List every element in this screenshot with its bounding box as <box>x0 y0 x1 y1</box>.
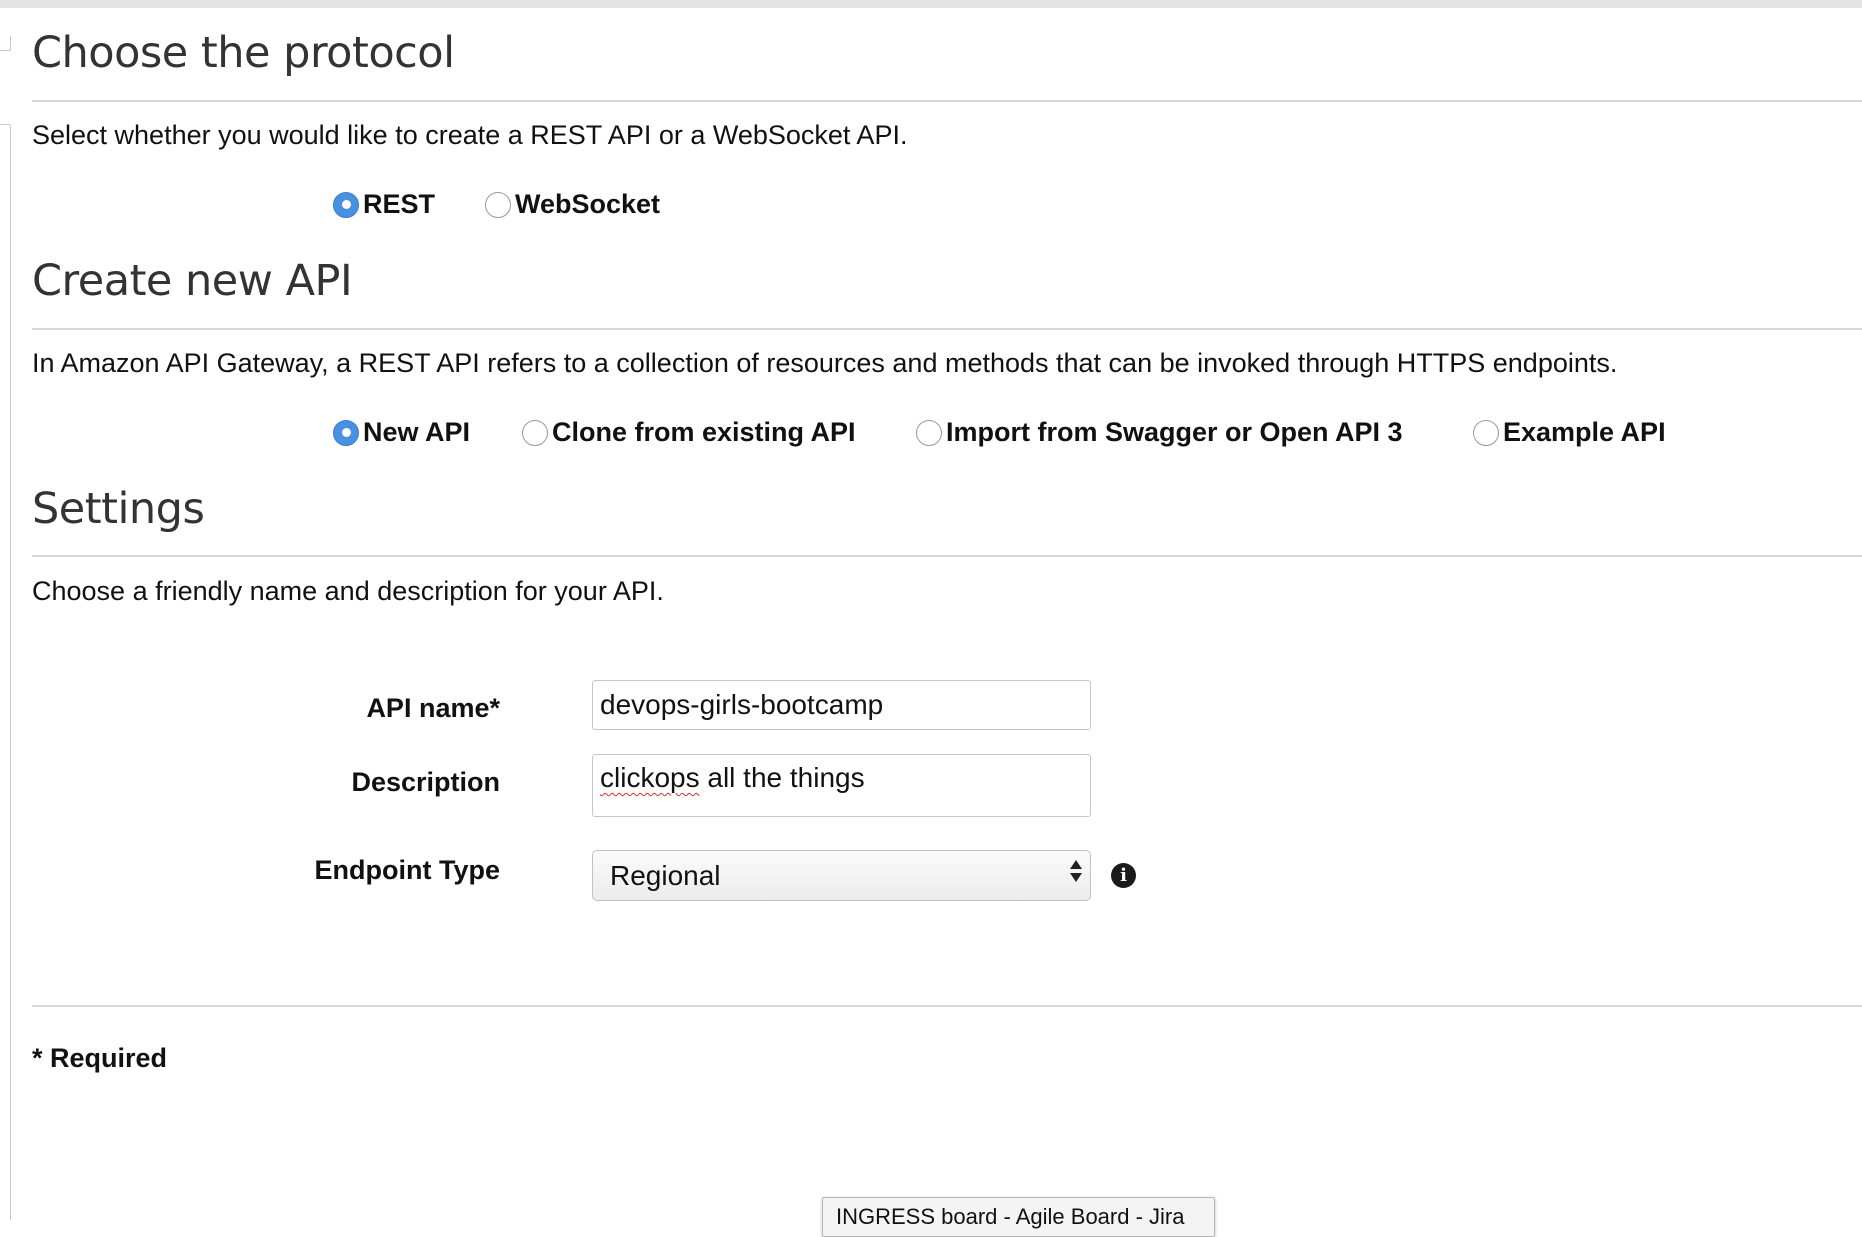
radio-option-import-swagger[interactable]: Import from Swagger or Open API 3 <box>916 417 1403 448</box>
radio-label-example-api[interactable]: Example API <box>1503 417 1666 448</box>
window-tooltip: INGRESS board - Agile Board - Jira <box>822 1197 1215 1237</box>
radio-label-websocket[interactable]: WebSocket <box>515 189 660 220</box>
spellcheck-flagged-word: clickops <box>600 762 700 793</box>
left-frame-tick <box>0 124 10 125</box>
radio-option-new-api[interactable]: New API <box>333 417 470 448</box>
api-name-label: API name* <box>366 693 500 723</box>
info-circle-icon[interactable]: i <box>1111 863 1136 888</box>
create-api-heading: Create new API <box>32 256 353 306</box>
radio-new-api[interactable] <box>333 419 359 446</box>
radio-websocket[interactable] <box>485 191 511 218</box>
radio-import-swagger[interactable] <box>916 419 942 446</box>
required-note: * Required <box>32 1043 168 1073</box>
protocol-heading: Choose the protocol <box>32 28 455 78</box>
radio-option-clone-api[interactable]: Clone from existing API <box>522 417 856 448</box>
radio-label-clone-api[interactable]: Clone from existing API <box>552 417 856 448</box>
endpoint-type-label: Endpoint Type <box>314 855 500 885</box>
radio-option-websocket[interactable]: WebSocket <box>485 189 660 220</box>
description-label: Description <box>351 767 500 797</box>
endpoint-type-value: Regional <box>610 859 721 891</box>
section-divider <box>32 555 1862 557</box>
radio-option-rest[interactable]: REST <box>333 189 435 220</box>
select-arrows-icon <box>1070 860 1082 882</box>
description-text: all the things <box>699 762 865 793</box>
section-divider <box>32 100 1862 102</box>
create-api-description: In Amazon API Gateway, a REST API refers… <box>32 348 1618 378</box>
radio-label-rest[interactable]: REST <box>363 189 435 220</box>
radio-example-api[interactable] <box>1473 419 1499 446</box>
radio-clone-api[interactable] <box>522 419 548 446</box>
radio-option-example-api[interactable]: Example API <box>1473 417 1666 448</box>
settings-description: Choose a friendly name and description f… <box>32 576 664 606</box>
section-divider <box>32 328 1862 330</box>
radio-rest[interactable] <box>333 191 359 218</box>
left-frame-tick <box>0 36 11 51</box>
radio-label-import-swagger[interactable]: Import from Swagger or Open API 3 <box>946 417 1403 448</box>
section-divider <box>32 1005 1862 1007</box>
left-frame-border <box>10 125 11 1220</box>
api-name-input[interactable] <box>592 680 1091 730</box>
top-strip <box>0 0 1862 8</box>
radio-label-new-api[interactable]: New API <box>363 417 470 448</box>
endpoint-type-select[interactable]: Regional <box>592 850 1091 901</box>
protocol-description: Select whether you would like to create … <box>32 120 908 150</box>
description-textarea[interactable]: clickops all the things <box>592 754 1091 817</box>
settings-heading: Settings <box>32 484 205 534</box>
